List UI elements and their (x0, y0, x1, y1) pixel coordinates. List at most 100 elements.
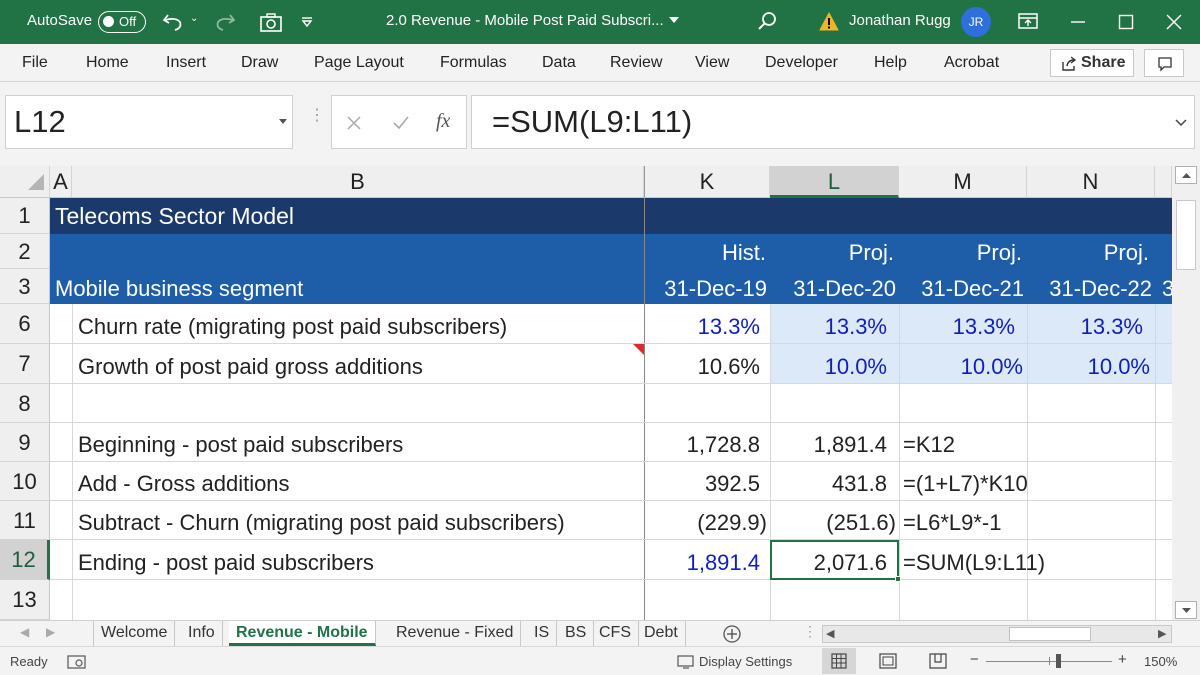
period-type-l[interactable]: Proj. (770, 240, 894, 266)
row-header[interactable]: 10 (0, 462, 50, 501)
add-sheet-icon[interactable] (722, 624, 742, 644)
row-header[interactable]: 6 (0, 304, 50, 344)
menu-help[interactable]: Help (874, 54, 907, 72)
date-n[interactable]: 31-Dec-22 (1027, 276, 1152, 302)
sheet-tab[interactable]: Welcome (93, 621, 176, 646)
row-header[interactable]: 13 (0, 580, 50, 620)
tab-split-grip-icon[interactable]: ⋮ (803, 623, 817, 640)
value-cell[interactable]: (229.9) (644, 510, 767, 536)
redo-icon[interactable] (212, 11, 236, 33)
customize-qat-icon[interactable] (300, 15, 314, 29)
value-cell[interactable]: 13.3% (899, 314, 1015, 340)
comment-indicator-icon[interactable] (633, 344, 644, 355)
camera-icon[interactable] (259, 11, 283, 33)
sheet-tab[interactable]: Revenue - Fixed (389, 621, 522, 646)
value-cell[interactable]: 13.3% (770, 314, 887, 340)
name-box-dropdown-icon[interactable] (278, 118, 288, 126)
row-header[interactable]: 7 (0, 344, 50, 384)
page-layout-view-icon[interactable] (879, 653, 897, 669)
value-cell[interactable]: 392.5 (644, 471, 760, 497)
document-title[interactable]: 2.0 Revenue - Mobile Post Paid Subscri..… (386, 12, 664, 29)
avatar[interactable]: JR (961, 7, 991, 37)
vertical-scrollbar[interactable] (1172, 166, 1200, 620)
row-header[interactable]: 2 (0, 234, 50, 269)
select-all-corner[interactable] (0, 166, 50, 198)
undo-icon[interactable] (162, 11, 186, 33)
maximize-icon[interactable] (1118, 14, 1134, 30)
scroll-thumb[interactable] (1176, 200, 1196, 270)
worksheet-grid[interactable]: A B K L M N 1 2 3 6 7 8 9 10 11 12 13 Te… (0, 166, 1172, 620)
menu-page-layout[interactable]: Page Layout (314, 54, 404, 72)
display-settings-icon[interactable] (677, 654, 697, 670)
menu-acrobat[interactable]: Acrobat (944, 54, 999, 72)
segment-title[interactable]: Mobile business segment (55, 276, 303, 302)
sheet-tab[interactable]: CFS (592, 621, 639, 646)
value-cell[interactable]: 10.0% (1027, 354, 1150, 380)
zoom-in-button[interactable]: + (1118, 651, 1127, 668)
sheet-tab-active[interactable]: Revenue - Mobile (229, 621, 376, 646)
row-label[interactable]: Beginning - post paid subscribers (78, 432, 403, 458)
formula-text-cell[interactable]: =(1+L7)*K10 (903, 471, 1028, 497)
normal-view-button[interactable] (822, 648, 856, 674)
menu-review[interactable]: Review (610, 54, 662, 72)
date-l[interactable]: 31-Dec-20 (770, 276, 896, 302)
menu-view[interactable]: View (695, 54, 729, 72)
cancel-icon[interactable] (346, 115, 362, 131)
value-cell[interactable]: 13.3% (1027, 314, 1143, 340)
title-dropdown-icon[interactable] (668, 15, 680, 25)
value-cell[interactable]: 1,891.4 (770, 432, 887, 458)
value-cell[interactable]: (251.6) (770, 510, 896, 536)
value-cell[interactable]: 431.8 (770, 471, 887, 497)
period-type-k[interactable]: Hist. (644, 240, 766, 266)
row-header[interactable]: 1 (0, 198, 50, 234)
date-o-partial[interactable]: 3 (1162, 276, 1172, 302)
column-header-l[interactable]: L (770, 166, 899, 198)
page-break-view-icon[interactable] (929, 653, 947, 669)
value-cell[interactable]: 1,891.4 (644, 550, 760, 576)
close-icon[interactable] (1166, 14, 1182, 30)
scroll-left-icon[interactable]: ◀ (826, 627, 834, 640)
row-label[interactable]: Subtract - Churn (migrating post paid su… (78, 510, 565, 536)
minimize-icon[interactable] (1070, 14, 1086, 30)
value-cell[interactable]: 1,728.8 (644, 432, 760, 458)
menu-draw[interactable]: Draw (241, 54, 278, 72)
h-scroll-thumb[interactable] (1009, 627, 1091, 641)
prev-sheet-icon[interactable]: ◀ (20, 625, 29, 639)
row-header[interactable]: 3 (0, 269, 50, 304)
row-header[interactable]: 9 (0, 423, 50, 462)
column-header-a[interactable]: A (50, 166, 72, 198)
zoom-slider-thumb[interactable] (1056, 654, 1061, 668)
menu-formulas[interactable]: Formulas (440, 54, 507, 72)
column-header-m[interactable]: M (899, 166, 1027, 198)
date-k[interactable]: 31-Dec-19 (644, 276, 767, 302)
menu-file[interactable]: File (22, 54, 48, 72)
row-label[interactable]: Ending - post paid subscribers (78, 550, 374, 576)
accessibility-icon[interactable] (67, 654, 87, 670)
display-settings-button[interactable]: Display Settings (699, 654, 792, 669)
insert-function-button[interactable]: fx (436, 110, 450, 133)
sheet-tab[interactable]: Info (181, 621, 223, 646)
column-header-o[interactable] (1155, 166, 1172, 198)
row-header-selected[interactable]: 12 (0, 540, 50, 580)
date-m[interactable]: 31-Dec-21 (899, 276, 1024, 302)
menu-data[interactable]: Data (542, 54, 576, 72)
row-header[interactable]: 11 (0, 501, 50, 540)
scroll-down-button[interactable] (1175, 601, 1197, 619)
value-cell[interactable]: 10.0% (899, 354, 1023, 380)
column-header-n[interactable]: N (1027, 166, 1155, 198)
value-cell[interactable]: 10.0% (770, 354, 887, 380)
row-label[interactable]: Add - Gross additions (78, 471, 290, 497)
search-icon[interactable] (756, 10, 778, 32)
fill-handle[interactable] (895, 576, 901, 582)
share-button[interactable]: Share (1050, 49, 1134, 77)
name-box[interactable]: L12 (5, 95, 293, 149)
scroll-right-icon[interactable]: ▶ (1158, 627, 1166, 640)
undo-dropdown-icon[interactable]: ⌄ (190, 13, 198, 24)
model-title[interactable]: Telecoms Sector Model (55, 203, 294, 230)
menu-insert[interactable]: Insert (166, 54, 206, 72)
value-cell[interactable]: 13.3% (644, 314, 760, 340)
period-type-m[interactable]: Proj. (899, 240, 1022, 266)
sheet-tab[interactable]: BS (558, 621, 595, 646)
menu-developer[interactable]: Developer (765, 54, 838, 72)
row-header[interactable]: 8 (0, 384, 50, 423)
